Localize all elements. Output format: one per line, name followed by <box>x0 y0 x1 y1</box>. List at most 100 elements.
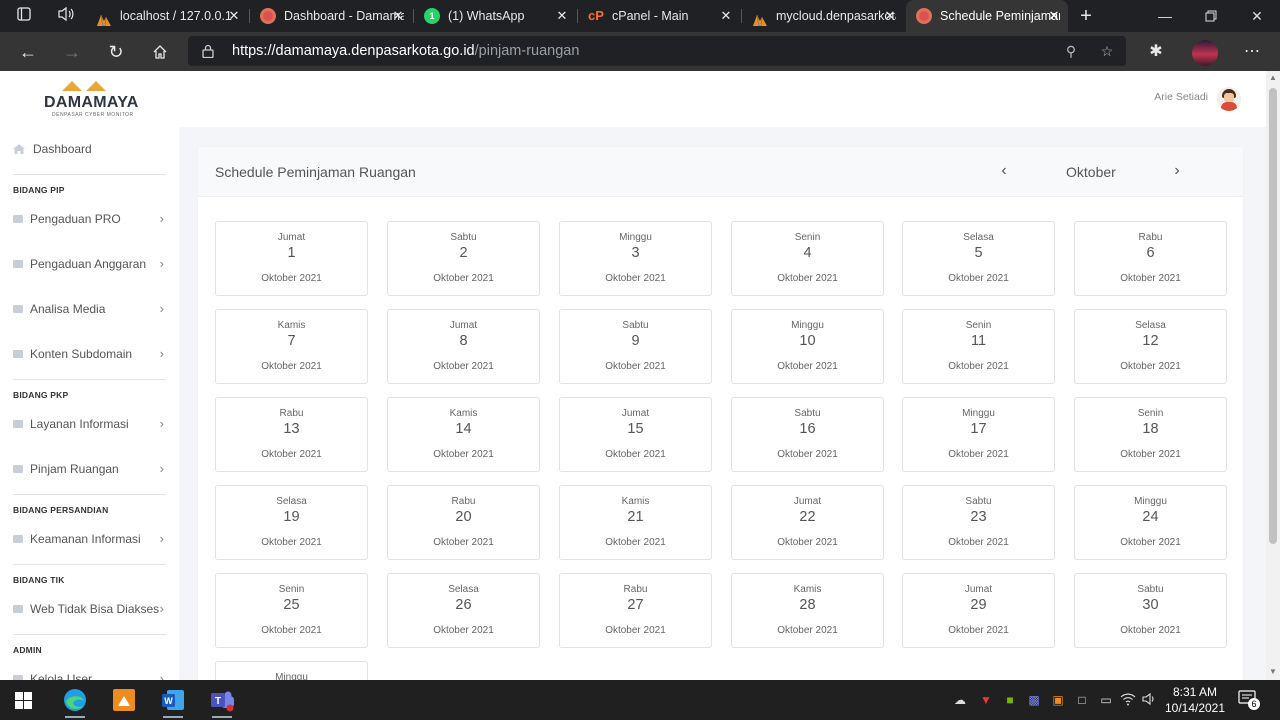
day-card[interactable]: Kamis 28 Oktober 2021 <box>731 573 884 648</box>
extensions-icon[interactable]: ✱ <box>1142 38 1170 66</box>
user-avatar[interactable] <box>1217 87 1241 111</box>
page-scrollbar[interactable]: ▲ ▼ <box>1266 71 1280 680</box>
restore-icon[interactable] <box>1188 0 1234 32</box>
browser-tab[interactable]: mycloud.denpasarkota ✕ <box>742 0 904 32</box>
sidebar-item[interactable]: Konten Subdomain › <box>13 344 166 364</box>
browser-tab[interactable]: Schedule Peminjaman ✕ <box>906 0 1068 32</box>
speaker-icon[interactable] <box>56 6 76 26</box>
day-card[interactable]: Selasa 5 Oktober 2021 <box>902 221 1055 296</box>
app-orange-icon[interactable] <box>110 686 138 714</box>
tray-app-icon[interactable]: ▣ <box>1050 692 1066 708</box>
day-card[interactable]: Sabtu 16 Oktober 2021 <box>731 397 884 472</box>
day-card[interactable]: Jumat 15 Oktober 2021 <box>559 397 712 472</box>
day-card[interactable]: Kamis 7 Oktober 2021 <box>215 309 368 384</box>
url-bar[interactable]: https://damamaya.denpasarkota.go.id/pinj… <box>188 36 1126 66</box>
nvidia-icon[interactable]: ■ <box>1002 692 1018 708</box>
cloud-sync-icon[interactable]: ☁ <box>952 692 968 708</box>
edge-app-icon[interactable] <box>61 686 89 718</box>
day-month: Oktober 2021 <box>777 449 838 460</box>
scroll-down-icon[interactable]: ▼ <box>1268 667 1278 676</box>
day-card[interactable]: Sabtu 9 Oktober 2021 <box>559 309 712 384</box>
day-card[interactable]: Selasa 12 Oktober 2021 <box>1074 309 1227 384</box>
close-window-icon[interactable]: ✕ <box>1234 0 1280 32</box>
browser-tab[interactable]: Dashboard - Damamaya✕ <box>250 0 412 32</box>
day-card[interactable]: Kamis 21 Oktober 2021 <box>559 485 712 560</box>
wifi-icon[interactable] <box>1120 692 1136 708</box>
tab-close-icon[interactable]: ✕ <box>390 0 406 32</box>
antivirus-icon[interactable]: ▼ <box>978 692 994 708</box>
day-card[interactable]: Minggu 10 Oktober 2021 <box>731 309 884 384</box>
tab-close-icon[interactable]: ✕ <box>718 0 734 32</box>
day-month: Oktober 2021 <box>948 273 1009 284</box>
sidebar-item-dashboard[interactable]: Dashboard <box>13 139 166 159</box>
reload-icon[interactable]: ↻ <box>102 38 130 66</box>
sidebar-item[interactable]: Web Tidak Bisa Diakses › <box>13 599 166 619</box>
day-card[interactable]: Jumat 22 Oktober 2021 <box>731 485 884 560</box>
word-app-icon[interactable]: W <box>159 686 187 718</box>
back-icon[interactable]: ← <box>14 38 42 66</box>
sidebar-item[interactable]: Kelola User › <box>13 669 166 680</box>
day-card[interactable]: Sabtu 2 Oktober 2021 <box>387 221 540 296</box>
tab-close-icon[interactable]: ✕ <box>882 0 898 32</box>
zoom-icon[interactable]: ⚲ <box>1060 40 1082 62</box>
browser-tab[interactable]: cP cPanel - Main ✕ <box>578 0 740 32</box>
home-icon[interactable] <box>146 38 174 66</box>
sidebar-divider <box>13 494 166 495</box>
tab-close-icon[interactable]: ✕ <box>226 0 242 32</box>
day-card[interactable]: Minggu 17 Oktober 2021 <box>902 397 1055 472</box>
day-card[interactable]: Minggu31Oktober 2021 <box>215 661 368 680</box>
day-card[interactable]: Senin 11 Oktober 2021 <box>902 309 1055 384</box>
teams-app-icon[interactable]: T <box>208 686 236 718</box>
clipboard-icon[interactable]: □ <box>1074 692 1090 708</box>
tab-actions-icon[interactable] <box>14 6 34 26</box>
volume-icon[interactable] <box>1142 692 1158 708</box>
browser-tab[interactable]: 1 (1) WhatsApp ✕ <box>414 0 576 32</box>
sidebar-item-label: Kelola User <box>30 672 93 680</box>
day-card[interactable]: Jumat 29 Oktober 2021 <box>902 573 1055 648</box>
day-card[interactable]: Minggu 24 Oktober 2021 <box>1074 485 1227 560</box>
day-card[interactable]: Rabu 20 Oktober 2021 <box>387 485 540 560</box>
tab-close-icon[interactable]: ✕ <box>1046 0 1062 32</box>
day-card[interactable]: Minggu 3 Oktober 2021 <box>559 221 712 296</box>
taskbar-clock[interactable]: 8:31 AM 10/14/2021 <box>1164 684 1226 716</box>
day-card[interactable]: Rabu 13 Oktober 2021 <box>215 397 368 472</box>
user-name[interactable]: Arie Setiadi <box>1154 91 1208 103</box>
next-month-button[interactable]: › <box>1168 161 1186 181</box>
sidebar-item[interactable]: Pinjam Ruangan › <box>13 459 166 479</box>
day-card[interactable]: Selasa 26 Oktober 2021 <box>387 573 540 648</box>
favorite-add-icon[interactable]: ☆ <box>1096 40 1118 62</box>
forward-icon[interactable]: → <box>58 38 86 66</box>
new-tab-icon[interactable]: + <box>1076 6 1096 26</box>
day-card[interactable]: Sabtu 23 Oktober 2021 <box>902 485 1055 560</box>
minimize-icon[interactable]: — <box>1142 0 1188 32</box>
prev-month-button[interactable]: ‹ <box>995 161 1013 181</box>
day-card[interactable]: Jumat 1 Oktober 2021 <box>215 221 368 296</box>
day-card[interactable]: Senin 25 Oktober 2021 <box>215 573 368 648</box>
day-card[interactable]: Senin 4 Oktober 2021 <box>731 221 884 296</box>
day-card[interactable]: Kamis 14 Oktober 2021 <box>387 397 540 472</box>
scroll-up-icon[interactable]: ▲ <box>1268 73 1278 82</box>
notification-center-icon[interactable]: 6 <box>1238 690 1262 710</box>
sidebar-item[interactable]: Layanan Informasi › <box>13 414 166 434</box>
browser-tab[interactable]: localhost / 127.0.0.1 ✕ <box>86 0 248 32</box>
profile-avatar[interactable] <box>1192 40 1218 66</box>
day-card[interactable]: Rabu 6 Oktober 2021 <box>1074 221 1227 296</box>
address-toolbar: ← → ↻ https://damamaya.denpasarkota.go.i… <box>0 32 1280 71</box>
sidebar-item[interactable]: Analisa Media › <box>13 299 166 319</box>
sidebar-item[interactable]: Pengaduan Anggaran › <box>13 254 166 274</box>
device-icon[interactable]: ▭ <box>1098 692 1114 708</box>
sidebar-item[interactable]: Keamanan Informasi › <box>13 529 166 549</box>
day-card[interactable]: Jumat 8 Oktober 2021 <box>387 309 540 384</box>
day-month: Oktober 2021 <box>605 537 666 548</box>
day-card[interactable]: Selasa 19 Oktober 2021 <box>215 485 368 560</box>
day-card[interactable]: Senin 18 Oktober 2021 <box>1074 397 1227 472</box>
damamaya-logo[interactable]: DAMAMAYA DENPASAR CYBER MONITOR <box>44 81 140 121</box>
more-menu-icon[interactable]: ⋯ <box>1238 38 1266 66</box>
windows-start-icon[interactable] <box>15 692 32 709</box>
day-card[interactable]: Rabu 27 Oktober 2021 <box>559 573 712 648</box>
teams-tray-icon[interactable]: ▩ <box>1026 692 1042 708</box>
sidebar-item[interactable]: Pengaduan PRO › <box>13 209 166 229</box>
scroll-thumb[interactable] <box>1269 88 1277 544</box>
tab-close-icon[interactable]: ✕ <box>554 0 570 32</box>
day-card[interactable]: Sabtu 30 Oktober 2021 <box>1074 573 1227 648</box>
